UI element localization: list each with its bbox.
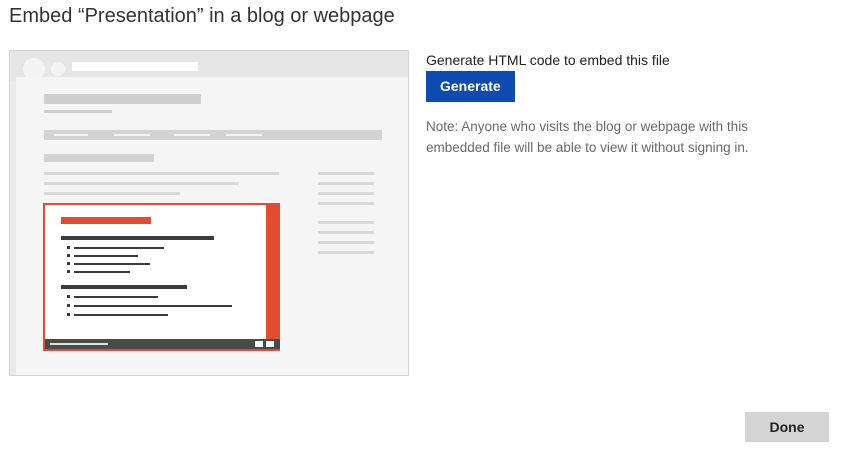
embed-dialog: Embed “Presentation” in a blog or webpag…: [0, 0, 842, 469]
webpage-subheading-placeholder: [44, 110, 112, 113]
bullet-line: [74, 296, 158, 298]
slide-control-icon: [255, 341, 263, 347]
browser-address-bar: [72, 62, 198, 71]
embed-note: Note: Anyone who visits the blog or webp…: [426, 119, 749, 155]
sidebar-line-placeholder: [318, 221, 374, 224]
nav-link-placeholder: [54, 134, 88, 136]
bullet-icon: [67, 270, 70, 273]
sidebar-line-placeholder: [318, 202, 374, 205]
text-line-placeholder: [44, 172, 279, 175]
bullet-icon: [67, 295, 70, 298]
sidebar-line-placeholder: [318, 172, 374, 175]
sidebar-line-placeholder: [318, 241, 374, 244]
browser-nav-circle-icon: [23, 58, 45, 80]
embedded-slide: [43, 203, 280, 351]
sidebar-line-placeholder: [318, 182, 374, 185]
text-line-placeholder: [44, 182, 239, 185]
slide-control-icon: [266, 341, 274, 347]
webpage-nav-bar: [44, 130, 382, 140]
bullet-line: [74, 305, 232, 307]
embed-options-panel: Generate HTML code to embed this file Ge…: [426, 52, 826, 158]
done-button[interactable]: Done: [745, 412, 829, 442]
nav-link-placeholder: [226, 134, 262, 136]
embedded-webpage-illustration: [9, 50, 409, 376]
generate-button[interactable]: Generate: [426, 71, 515, 102]
bullet-line: [74, 271, 130, 273]
nav-link-placeholder: [114, 134, 150, 136]
browser-nav-small-circle-icon: [51, 62, 65, 76]
bullet-icon: [67, 254, 70, 257]
bullet-line: [74, 247, 164, 249]
slide-heading-line: [61, 236, 214, 240]
webpage-heading-placeholder: [44, 94, 201, 104]
text-line-placeholder: [44, 192, 180, 195]
sidebar-line-placeholder: [318, 192, 374, 195]
bullet-line: [74, 314, 168, 316]
generate-label: Generate HTML code to embed this file: [426, 52, 670, 68]
bullet-icon: [67, 313, 70, 316]
browser-toolbar: [10, 51, 408, 81]
bullet-line: [74, 263, 150, 265]
bullet-icon: [67, 246, 70, 249]
bullet-icon: [67, 304, 70, 307]
dialog-title: Embed “Presentation” in a blog or webpag…: [9, 5, 395, 27]
webpage-section-heading-placeholder: [44, 154, 154, 162]
bullet-icon: [67, 262, 70, 265]
webpage-illustration-svg: [10, 51, 408, 375]
slide-title-placeholder: [61, 217, 151, 224]
sidebar-line-placeholder: [318, 251, 374, 254]
bullet-line: [74, 255, 138, 257]
sidebar-line-placeholder: [318, 231, 374, 234]
slide-heading-line: [61, 285, 187, 289]
slide-progress-placeholder: [50, 343, 108, 345]
nav-link-placeholder: [174, 134, 210, 136]
